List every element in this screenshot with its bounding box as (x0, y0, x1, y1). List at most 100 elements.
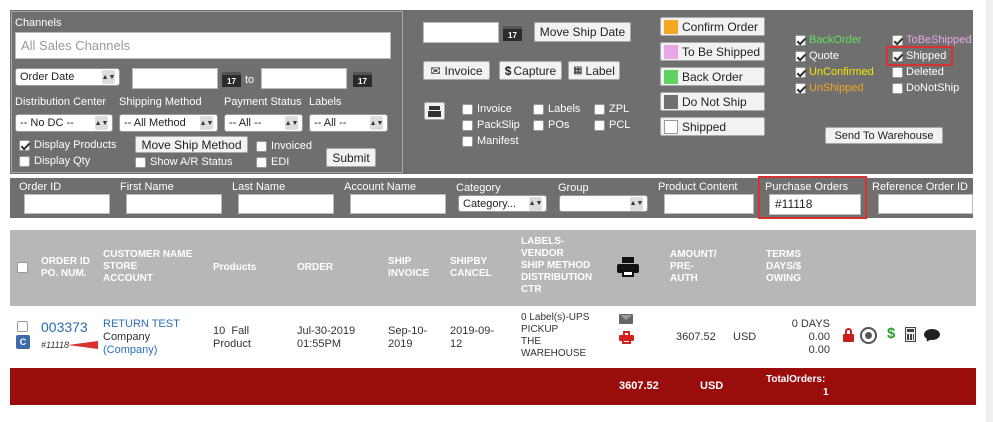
checkbox-icon[interactable] (462, 135, 473, 147)
checkbox-checked-icon[interactable] (795, 34, 806, 46)
calendar-icon[interactable]: 17 (503, 26, 522, 41)
account-name-input[interactable] (350, 194, 446, 214)
legend-shipped[interactable]: Shipped (892, 50, 946, 62)
checkbox-icon[interactable] (892, 82, 903, 94)
date-to-input[interactable] (261, 68, 347, 89)
account-link[interactable]: (Company) (103, 344, 157, 356)
payment-status-select[interactable]: -- All -- ▲▼ (224, 114, 303, 132)
shipping-method-select[interactable]: -- All Method ▲▼ (119, 114, 218, 132)
to-be-shipped-button[interactable]: To Be Shipped (660, 42, 765, 61)
legend-unshipped[interactable]: UnShipped (795, 82, 863, 94)
group-select[interactable]: ▲▼ (559, 195, 648, 212)
product-content-input[interactable] (664, 194, 754, 214)
legend-quote[interactable]: Quote (795, 50, 839, 62)
edi-checkbox[interactable]: EDI (256, 156, 289, 168)
legend-tobeshipped[interactable]: ToBeShipped (892, 34, 971, 46)
total-amount: 3607.52 (619, 380, 659, 392)
envelope-icon[interactable] (619, 314, 633, 324)
calendar-icon[interactable]: 17 (222, 72, 241, 87)
print-pos-checkbox[interactable]: POs (533, 119, 569, 131)
channels-input[interactable]: All Sales Channels (15, 32, 391, 59)
header-labels[interactable]: LABELS- VENDOR SHIP METHOD DISTRIBUTION … (521, 236, 592, 296)
lock-icon[interactable] (843, 328, 854, 342)
checkbox-icon[interactable] (533, 119, 544, 131)
checkbox-icon[interactable] (256, 156, 267, 168)
checkbox-icon[interactable] (594, 119, 605, 131)
reference-order-id-input[interactable] (878, 194, 973, 214)
invoiced-checkbox[interactable]: Invoiced (256, 140, 312, 152)
checkbox-icon[interactable] (533, 103, 544, 115)
print-pcl-checkbox[interactable]: PCL (594, 119, 630, 131)
dollar-icon[interactable]: $ (887, 325, 895, 342)
header-products[interactable]: Products (213, 262, 256, 274)
print-manifest-checkbox[interactable]: Manifest (462, 135, 519, 147)
print-labels-checkbox[interactable]: Labels (533, 103, 580, 115)
checkbox-icon[interactable] (17, 261, 28, 273)
capture-button[interactable]: $ Capture (499, 61, 562, 80)
move-ship-date-button[interactable]: Move Ship Date (534, 22, 631, 42)
header-terms[interactable]: TERMS DAYS/$ OWING (766, 249, 801, 285)
last-name-input[interactable] (238, 194, 334, 214)
checkbox-icon[interactable] (17, 320, 28, 332)
print-invoice-checkbox[interactable]: Invoice (462, 103, 512, 115)
checkbox-icon[interactable] (135, 156, 146, 168)
header-order-id[interactable]: ORDER ID PO. NUM. (41, 256, 90, 280)
checkbox-checked-icon[interactable] (892, 50, 903, 62)
legend-deleted[interactable]: Deleted (892, 66, 944, 78)
first-name-input[interactable] (126, 194, 222, 214)
date-type-select[interactable]: Order Date ▲▼ (15, 68, 120, 86)
back-order-button[interactable]: Back Order (660, 67, 765, 86)
printer-icon[interactable] (424, 102, 445, 120)
do-not-ship-button[interactable]: Do Not Ship (660, 92, 765, 111)
checkbox-icon[interactable] (892, 66, 903, 78)
date-from-input[interactable] (132, 68, 218, 89)
checkbox-checked-icon[interactable] (19, 139, 30, 151)
print-zpl-checkbox[interactable]: ZPL (594, 103, 629, 115)
invoice-button[interactable]: ✉ Invoice (423, 61, 490, 80)
target-icon[interactable] (860, 327, 877, 344)
checkbox-checked-icon[interactable] (795, 50, 806, 62)
header-customer[interactable]: CUSTOMER NAME STORE ACCOUNT (103, 249, 192, 285)
checkbox-checked-icon[interactable] (795, 82, 806, 94)
submit-button[interactable]: Submit (326, 148, 376, 167)
checkbox-icon[interactable] (462, 119, 473, 131)
checkbox-checked-icon[interactable] (892, 34, 903, 46)
checkbox-icon[interactable] (256, 140, 267, 152)
checkbox-icon[interactable] (19, 155, 30, 167)
shipped-button[interactable]: Shipped (660, 117, 765, 136)
confirm-order-button[interactable]: Confirm Order (660, 17, 765, 36)
legend-backorder[interactable]: BackOrder (795, 34, 862, 46)
display-products-checkbox[interactable]: Display Products (19, 139, 117, 151)
checkbox-checked-icon[interactable] (795, 66, 806, 78)
calendar-icon[interactable]: 17 (353, 72, 372, 87)
send-to-warehouse-button[interactable]: Send To Warehouse (825, 127, 943, 144)
customer-name-link[interactable]: RETURN TEST (103, 318, 180, 330)
order-id-link[interactable]: 003373 (41, 319, 88, 335)
select-all-checkbox[interactable] (17, 261, 28, 273)
header-amount[interactable]: AMOUNT/ PRE- AUTH (670, 249, 717, 285)
row-checkbox[interactable] (17, 320, 28, 332)
print-packslip-checkbox[interactable]: PackSlip (462, 119, 520, 131)
comment-icon[interactable] (924, 329, 940, 344)
checkbox-icon[interactable] (594, 103, 605, 115)
scrollbar[interactable] (986, 0, 993, 422)
dc-select[interactable]: -- No DC -- ▲▼ (15, 114, 113, 132)
move-ship-method-button[interactable]: Move Ship Method (135, 136, 248, 153)
labels-select[interactable]: -- All -- ▲▼ (309, 114, 388, 132)
header-shipby-cancel[interactable]: SHIPBY CANCEL (450, 256, 492, 280)
purchase-orders-input[interactable]: #11118 (769, 194, 861, 215)
print-icon[interactable] (619, 331, 634, 344)
legend-donotship[interactable]: DoNotShip (892, 82, 959, 94)
label-button[interactable]: ▦ Label (568, 61, 620, 80)
checkbox-icon[interactable] (462, 103, 473, 115)
header-order[interactable]: ORDER (297, 262, 333, 274)
ship-date-input[interactable] (423, 22, 499, 43)
order-id-input[interactable] (24, 194, 110, 214)
printer-icon[interactable] (617, 257, 639, 277)
display-qty-checkbox[interactable]: Display Qty (19, 155, 90, 167)
legend-unconfirmed[interactable]: UnConfirmed (795, 66, 874, 78)
calculator-icon[interactable] (905, 327, 916, 342)
category-select[interactable]: Category... ▲▼ (458, 195, 547, 212)
header-ship-invoice[interactable]: SHIP INVOICE (388, 256, 429, 280)
show-ar-status-checkbox[interactable]: Show A/R Status (135, 156, 233, 168)
